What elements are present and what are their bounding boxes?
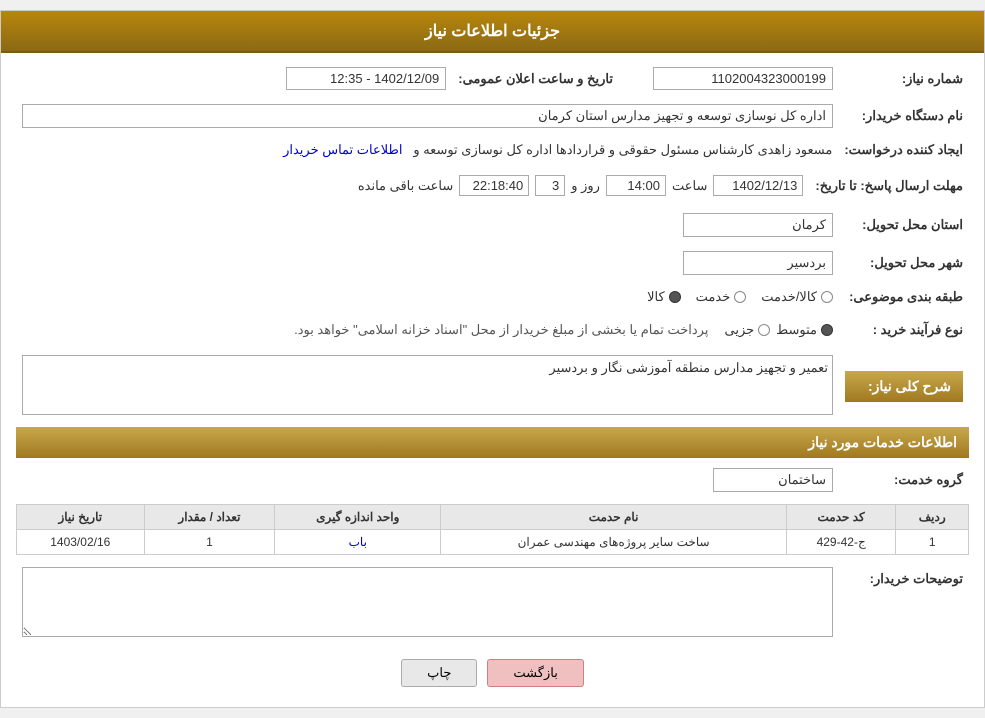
description-section-header: شرح کلی نیاز: [845,371,963,402]
page-header: جزئیات اطلاعات نیاز [1,11,984,53]
action-buttons: بازگشت چاپ [16,659,969,687]
cell-row-num: 1 [896,530,969,555]
buyer-notes-label: توضیحات خریدار: [839,563,969,644]
purchase-type-option-jozei[interactable]: جزیی [724,322,770,338]
category-label-khedmat: خدمت [696,289,731,305]
description-section-label-cell: شرح کلی نیاز: [839,351,969,419]
purchase-type-label: نوع فرآیند خرید : [839,315,969,345]
info-table-purchase-type: نوع فرآیند خرید : متوسط جزیی پرداخت تمام… [16,315,969,345]
cell-service-code: ج-42-429 [786,530,895,555]
info-table-deadline: مهلت ارسال پاسخ: تا تاریخ: 1402/12/13 سا… [16,168,969,203]
print-button[interactable]: چاپ [401,659,477,687]
info-table-description: شرح کلی نیاز: تعمیر و تجهیز مدارس منطقه … [16,351,969,419]
province-value: کرمان [683,213,833,237]
page-title: جزئیات اطلاعات نیاز [425,23,560,40]
purchase-type-label-jozei: جزیی [724,322,754,338]
deadline-time: 14:00 [606,175,666,196]
category-radio-khedmat [734,291,746,303]
deadline-time-label: ساعت [672,178,707,194]
info-table-row1: شماره نیاز: 1102004323000199 تاریخ و ساع… [16,63,969,94]
deadline-date: 1402/12/13 [713,175,803,196]
purchase-type-radio-jozei [758,324,770,336]
deadline-label: مهلت ارسال پاسخ: تا تاریخ: [809,168,969,203]
creator-value: مسعود زاهدی کارشناس مسئول حقوقی و قراردا… [413,142,832,157]
purchase-type-radio-motavasset [821,324,833,336]
purchase-type-note: پرداخت تمام یا بخشی از مبلغ خریدار از مح… [294,322,708,338]
services-section-header: اطلاعات خدمات مورد نیاز [16,427,969,458]
cell-date: 1403/02/16 [17,530,145,555]
cell-quantity: 1 [144,530,275,555]
info-table-service-group: گروه خدمت: ساختمان [16,464,969,496]
category-label-kala-khedmat: کالا/خدمت [761,289,817,305]
category-option-kala[interactable]: کالا [647,289,681,305]
info-table-row2: نام دستگاه خریدار: اداره کل نوسازی توسعه… [16,100,969,132]
purchase-type-option-motavasset[interactable]: متوسط [776,322,833,338]
deadline-days: 3 [535,175,565,196]
service-group-label: گروه خدمت: [839,464,969,496]
info-table-city: شهر محل تحویل: بردسیر [16,247,969,279]
category-radio-group: کالا/خدمت خدمت کالا [22,289,833,305]
description-value: تعمیر و تجهیز مدارس منطقه آموزشی نگار و … [22,355,833,415]
announcement-date-label: تاریخ و ساعت اعلان عمومی: [452,63,619,94]
cell-unit[interactable]: باب [275,530,441,555]
creator-contact-link[interactable]: اطلاعات تماس خریدار [283,142,402,157]
col-header-service-code: کد حدمت [786,505,895,530]
category-label: طبقه بندی موضوعی: [839,285,969,309]
buyer-notes-textarea[interactable] [22,567,833,637]
col-header-quantity: تعداد / مقدار [144,505,275,530]
category-label-kala: کالا [647,289,665,305]
category-radio-kala [669,291,681,303]
creator-label: ایجاد کننده درخواست: [838,138,969,162]
city-value: بردسیر [683,251,833,275]
category-option-kala-khedmat[interactable]: کالا/خدمت [761,289,833,305]
col-header-service-name: نام حدمت [441,505,787,530]
purchase-type-label-motavasset: متوسط [776,322,817,338]
announcement-date-value: 1402/12/09 - 12:35 [286,67,446,90]
info-table-notes: توضیحات خریدار: [16,563,969,644]
col-header-unit: واحد اندازه گیری [275,505,441,530]
info-table-category: طبقه بندی موضوعی: کالا/خدمت خدمت [16,285,969,309]
deadline-remaining-label: ساعت باقی مانده [358,178,453,194]
buyer-org-value: اداره کل نوسازی توسعه و تجهیز مدارس استا… [22,104,833,128]
need-number-label: شماره نیاز: [839,63,969,94]
category-radio-kala-khedmat [821,291,833,303]
col-header-date: تاریخ نیاز [17,505,145,530]
buyer-org-label: نام دستگاه خریدار: [839,100,969,132]
services-table: ردیف کد حدمت نام حدمت واحد اندازه گیری ت… [16,504,969,555]
city-label: شهر محل تحویل: [839,247,969,279]
col-header-row-num: ردیف [896,505,969,530]
deadline-remaining: 22:18:40 [459,175,529,196]
back-button[interactable]: بازگشت [487,659,583,687]
service-group-value: ساختمان [713,468,833,492]
need-number-value: 1102004323000199 [653,67,833,90]
table-row: 1 ج-42-429 ساخت سایر پروژه‌های مهندسی عم… [17,530,969,555]
deadline-days-label: روز و [571,178,600,194]
info-table-province: استان محل تحویل: کرمان [16,209,969,241]
province-label: استان محل تحویل: [839,209,969,241]
category-option-khedmat[interactable]: خدمت [696,289,747,305]
info-table-row3: ایجاد کننده درخواست: مسعود زاهدی کارشناس… [16,138,969,162]
cell-service-name: ساخت سایر پروژه‌های مهندسی عمران [441,530,787,555]
